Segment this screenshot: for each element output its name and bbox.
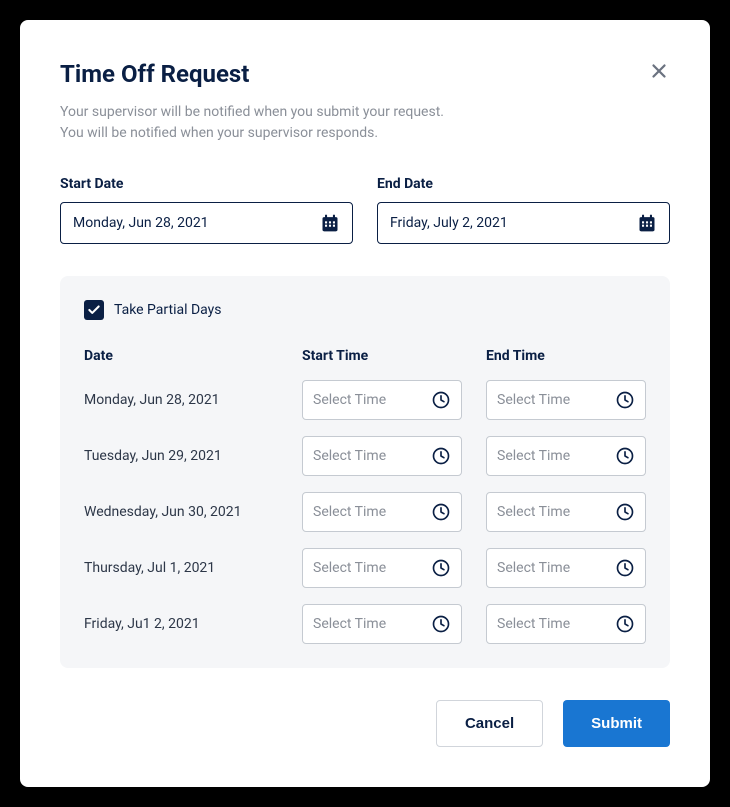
partial-days-grid: Date Start Time End Time Monday, Jun 28,…	[84, 348, 646, 644]
clock-icon	[431, 614, 451, 634]
checkmark-icon	[87, 303, 101, 317]
start-date-value: Monday, Jun 28, 2021	[73, 215, 209, 231]
end-date-input[interactable]: Friday, July 2, 2021	[377, 202, 670, 244]
clock-icon	[431, 558, 451, 578]
modal-header: Time Off Request	[60, 60, 670, 88]
time-placeholder: Select Time	[313, 616, 386, 632]
time-off-modal: Time Off Request Your supervisor will be…	[20, 20, 710, 787]
partial-row-date: Monday, Jun 28, 2021	[84, 392, 278, 408]
start-time-input[interactable]: Select Time	[302, 492, 462, 532]
partial-row-date: Thursday, Jul 1, 2021	[84, 560, 278, 576]
time-placeholder: Select Time	[497, 616, 570, 632]
description-line-1: Your supervisor will be notified when yo…	[60, 104, 444, 120]
end-time-input[interactable]: Select Time	[486, 380, 646, 420]
end-time-input[interactable]: Select Time	[486, 436, 646, 476]
close-button[interactable]	[648, 60, 670, 82]
end-time-input[interactable]: Select Time	[486, 492, 646, 532]
clock-icon	[615, 502, 635, 522]
time-placeholder: Select Time	[497, 448, 570, 464]
cancel-button[interactable]: Cancel	[436, 700, 543, 747]
description-line-2: You will be notified when your superviso…	[60, 125, 378, 141]
calendar-icon	[320, 213, 340, 233]
start-time-input[interactable]: Select Time	[302, 436, 462, 476]
end-time-input[interactable]: Select Time	[486, 548, 646, 588]
date-range-row: Start Date Monday, Jun 28, 2021 End Date	[60, 176, 670, 244]
partial-row-date: Wednesday, Jun 30, 2021	[84, 504, 278, 520]
partial-row-date: Friday, Ju1 2, 2021	[84, 616, 278, 632]
time-placeholder: Select Time	[313, 448, 386, 464]
clock-icon	[615, 614, 635, 634]
grid-header-end-time: End Time	[486, 348, 646, 364]
submit-button[interactable]: Submit	[563, 700, 670, 747]
end-date-field: End Date Friday, July 2, 2021	[377, 176, 670, 244]
end-time-input[interactable]: Select Time	[486, 604, 646, 644]
grid-header-start-time: Start Time	[302, 348, 462, 364]
partial-days-checkbox[interactable]	[84, 300, 104, 320]
clock-icon	[431, 390, 451, 410]
time-placeholder: Select Time	[497, 392, 570, 408]
modal-footer: Cancel Submit	[60, 700, 670, 747]
time-placeholder: Select Time	[313, 560, 386, 576]
start-date-label: Start Date	[60, 176, 353, 192]
clock-icon	[431, 502, 451, 522]
partial-row-date: Tuesday, Jun 29, 2021	[84, 448, 278, 464]
modal-description: Your supervisor will be notified when yo…	[60, 102, 670, 144]
time-placeholder: Select Time	[313, 392, 386, 408]
clock-icon	[615, 390, 635, 410]
clock-icon	[615, 446, 635, 466]
grid-header-date: Date	[84, 348, 278, 364]
close-icon	[648, 60, 670, 82]
end-date-value: Friday, July 2, 2021	[390, 215, 508, 231]
start-time-input[interactable]: Select Time	[302, 604, 462, 644]
partial-days-panel: Take Partial Days Date Start Time End Ti…	[60, 276, 670, 668]
end-date-label: End Date	[377, 176, 670, 192]
partial-days-label: Take Partial Days	[114, 302, 222, 318]
time-placeholder: Select Time	[497, 560, 570, 576]
modal-title: Time Off Request	[60, 60, 249, 88]
clock-icon	[431, 446, 451, 466]
start-time-input[interactable]: Select Time	[302, 380, 462, 420]
start-date-field: Start Date Monday, Jun 28, 2021	[60, 176, 353, 244]
time-placeholder: Select Time	[497, 504, 570, 520]
clock-icon	[615, 558, 635, 578]
start-time-input[interactable]: Select Time	[302, 548, 462, 588]
start-date-input[interactable]: Monday, Jun 28, 2021	[60, 202, 353, 244]
time-placeholder: Select Time	[313, 504, 386, 520]
calendar-icon	[637, 213, 657, 233]
partial-days-checkbox-row: Take Partial Days	[84, 300, 646, 320]
